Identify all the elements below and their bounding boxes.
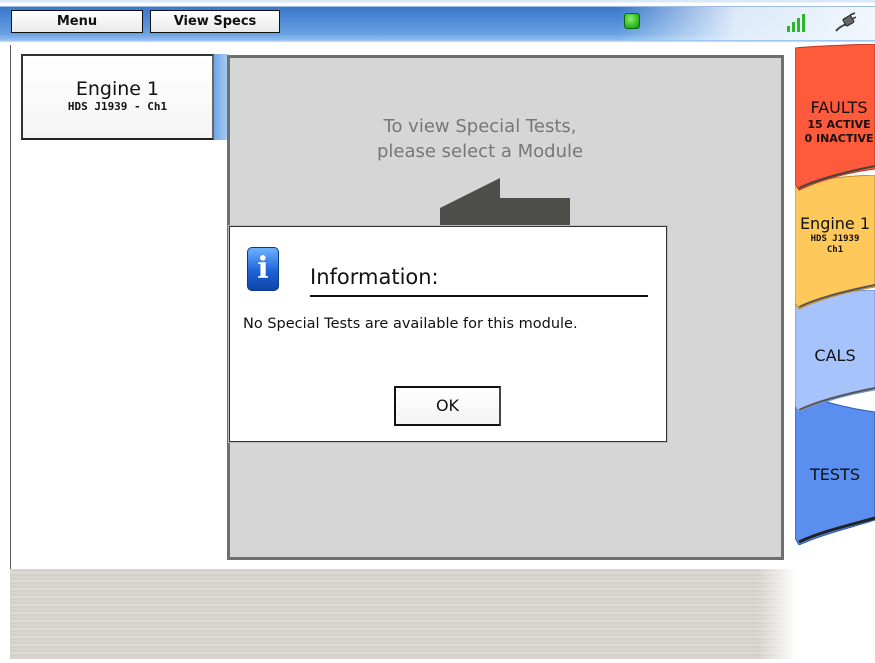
menu-button[interactable]: Menu (11, 10, 143, 33)
signal-strength-icon (787, 14, 805, 32)
app-window: Menu View Specs Engine 1 HDS J1939 - Ch1… (0, 0, 875, 663)
top-toolbar: Menu View Specs (0, 0, 875, 42)
ok-button[interactable]: OK (394, 386, 501, 426)
tab-tests-label: TESTS (810, 465, 860, 484)
tab-engine-1-protocol: HDS J1939 (810, 234, 860, 244)
dialog-title: Information: (310, 265, 439, 289)
status-led-icon (624, 13, 640, 29)
dialog-title-divider (310, 295, 648, 297)
tab-faults-inactive-count: 0 INACTIVE (804, 132, 874, 145)
tab-engine-1-channel: Ch1 (826, 245, 844, 255)
view-specs-button[interactable]: View Specs (150, 10, 280, 33)
tab-faults-label: FAULTS (810, 98, 868, 117)
module-title: Engine 1 (75, 78, 160, 100)
hint-line-2: please select a Module (376, 141, 584, 162)
tab-cals-label: CALS (814, 346, 856, 365)
information-dialog: i Information: No Special Tests are avai… (229, 226, 667, 442)
bottom-status-strip (10, 569, 797, 659)
tab-faults[interactable]: FAULTS 15 ACTIVE 0 INACTIVE (795, 44, 875, 194)
cable-connection-icon (835, 12, 856, 32)
left-arrow-icon (440, 178, 570, 233)
tab-engine-1[interactable]: Engine 1 HDS J1939 Ch1 (795, 175, 875, 315)
module-subtitle: HDS J1939 - Ch1 (67, 100, 168, 113)
module-item-engine-1[interactable]: Engine 1 HDS J1939 - Ch1 (21, 54, 214, 140)
tab-engine-1-label: Engine 1 (799, 214, 871, 233)
tab-faults-active-count: 15 ACTIVE (807, 118, 871, 131)
hint-line-1: To view Special Tests, (383, 116, 577, 137)
info-icon: i (247, 247, 279, 291)
dialog-message: No Special Tests are available for this … (243, 316, 578, 332)
select-module-hint: To view Special Tests, please select a M… (280, 114, 680, 164)
module-selection-accent (214, 54, 228, 140)
